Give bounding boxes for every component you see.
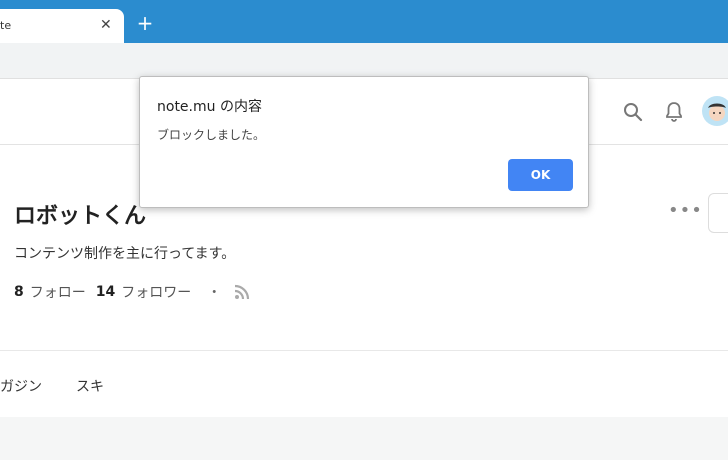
browser-tabstrip: te ✕ + bbox=[0, 0, 728, 43]
profile-bio: コンテンツ制作を主に行ってます。 bbox=[14, 246, 236, 262]
search-icon[interactable] bbox=[621, 100, 645, 124]
rss-icon[interactable] bbox=[233, 283, 251, 301]
new-tab-button[interactable]: + bbox=[134, 12, 156, 34]
avatar[interactable] bbox=[702, 96, 728, 126]
follower-count[interactable]: 14 bbox=[96, 284, 115, 300]
separator: ・ bbox=[207, 285, 222, 301]
profile-name: ロボットくん bbox=[14, 204, 147, 229]
browser-toolbar bbox=[0, 43, 728, 79]
ok-button[interactable]: OK bbox=[508, 159, 573, 191]
tab-magazine[interactable]: ガジン bbox=[0, 376, 42, 396]
avatar-icon bbox=[708, 103, 726, 121]
more-options-icon[interactable]: ••• bbox=[668, 200, 703, 221]
dialog-message: ブロックしました。 bbox=[157, 128, 266, 142]
profile-stats: 8 フォロー 14 フォロワー ・ bbox=[14, 282, 251, 302]
follower-label[interactable]: フォロワー bbox=[121, 282, 191, 302]
alert-dialog: note.mu の内容 ブロックしました。 OK bbox=[139, 76, 589, 208]
follow-label[interactable]: フォロー bbox=[30, 282, 86, 302]
close-icon[interactable]: ✕ bbox=[100, 17, 112, 33]
content-area bbox=[0, 417, 728, 460]
tab-likes[interactable]: スキ bbox=[76, 376, 104, 396]
side-action-button[interactable] bbox=[708, 193, 728, 233]
tab-title: te bbox=[0, 19, 12, 32]
divider bbox=[0, 350, 728, 351]
browser-tab[interactable]: te ✕ bbox=[0, 9, 124, 43]
dialog-title: note.mu の内容 bbox=[157, 99, 262, 115]
bell-icon[interactable] bbox=[662, 100, 686, 124]
follow-count[interactable]: 8 bbox=[14, 284, 24, 300]
